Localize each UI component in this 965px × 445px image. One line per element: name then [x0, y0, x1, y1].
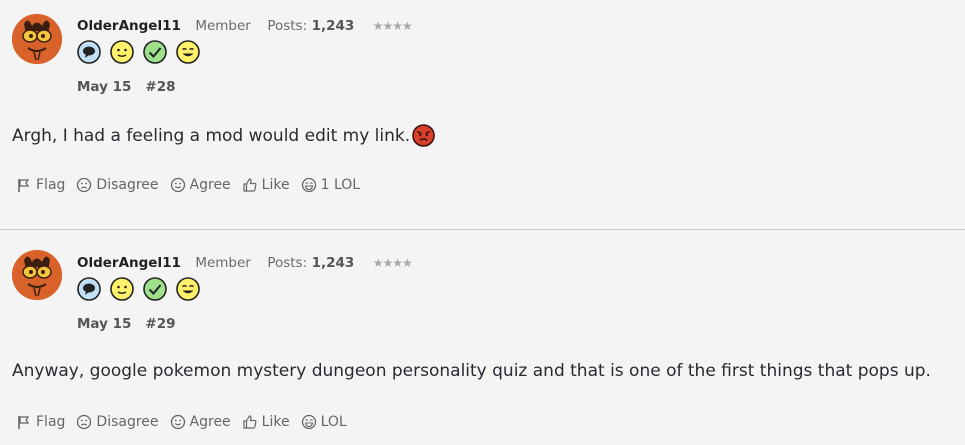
flag-label: Flag: [36, 414, 66, 430]
flag-icon: [18, 179, 30, 192]
post-meta: OlderAngel11 Member Posts: 1,243 ★★★★: [77, 255, 413, 271]
speech-bubble-badge-icon[interactable]: [77, 40, 101, 64]
flag-button[interactable]: Flag: [16, 414, 65, 430]
disagree-label: Disagree: [96, 177, 159, 193]
checkmark-badge-icon[interactable]: [143, 277, 167, 301]
thumbs-up-icon: [243, 415, 257, 429]
flag-icon: [18, 416, 30, 429]
post-body: Argh, I had a feeling a mod would edit m…: [12, 124, 435, 147]
checkmark-badge-icon[interactable]: [143, 40, 167, 64]
post-text: Anyway, google pokemon mystery dungeon p…: [12, 361, 931, 381]
post-number[interactable]: #28: [145, 79, 175, 95]
smile-badge-icon[interactable]: [110, 40, 134, 64]
post-actions: Flag Disagree Agree Like LOL: [16, 414, 358, 430]
speech-bubble-badge-icon[interactable]: [77, 277, 101, 301]
wink-badge-icon[interactable]: [176, 40, 200, 64]
disagree-label: Disagree: [96, 414, 159, 430]
post-date-line: May 15 #29: [77, 316, 176, 332]
post-date[interactable]: May 15: [77, 316, 131, 332]
thumbs-up-icon: [243, 178, 257, 192]
angry-emoji-icon: [412, 124, 435, 147]
lol-label: 1 LOL: [320, 177, 361, 193]
like-label: Like: [261, 414, 290, 430]
agree-label: Agree: [189, 414, 231, 430]
user-avatar[interactable]: [12, 14, 62, 64]
like-button[interactable]: Like: [242, 414, 290, 430]
laugh-icon: [301, 177, 316, 193]
creature-avatar-icon: [12, 14, 62, 64]
post-text: Argh, I had a feeling a mod would edit m…: [12, 125, 411, 146]
like-label: Like: [261, 177, 290, 193]
smile-icon: [170, 177, 185, 193]
flag-label: Flag: [36, 177, 66, 193]
user-role: Member: [195, 18, 251, 34]
post-actions: Flag Disagree Agree Like 1 LOL: [16, 177, 371, 193]
forum-post: OlderAngel11 Member Posts: 1,243 ★★★★ Ma…: [0, 0, 965, 229]
badge-row: [77, 40, 200, 64]
agree-button[interactable]: Agree: [170, 177, 231, 193]
agree-button[interactable]: Agree: [170, 414, 231, 430]
posts-count: 1,243: [311, 255, 355, 271]
user-role: Member: [195, 255, 251, 271]
post-number[interactable]: #29: [145, 316, 175, 332]
laugh-icon: [301, 414, 316, 430]
frown-icon: [77, 414, 92, 430]
wink-badge-icon[interactable]: [176, 277, 200, 301]
post-body: Anyway, google pokemon mystery dungeon p…: [12, 361, 931, 381]
disagree-button[interactable]: Disagree: [76, 177, 159, 193]
post-meta: OlderAngel11 Member Posts: 1,243 ★★★★: [77, 18, 413, 34]
creature-avatar-icon: [12, 250, 62, 300]
lol-label: LOL: [320, 414, 347, 430]
user-avatar[interactable]: [12, 250, 62, 300]
username-link[interactable]: OlderAngel11: [77, 18, 181, 34]
posts-label: Posts:: [267, 18, 308, 34]
post-date-line: May 15 #28: [77, 79, 176, 95]
rank-stars: ★★★★: [372, 19, 413, 33]
smile-icon: [170, 414, 185, 430]
forum-post: OlderAngel11 Member Posts: 1,243 ★★★★ Ma…: [0, 229, 965, 445]
rank-stars: ★★★★: [372, 256, 413, 270]
like-button[interactable]: Like: [242, 177, 290, 193]
smile-badge-icon[interactable]: [110, 277, 134, 301]
lol-button[interactable]: 1 LOL: [301, 177, 360, 193]
badge-row: [77, 277, 200, 301]
disagree-button[interactable]: Disagree: [76, 414, 159, 430]
post-date[interactable]: May 15: [77, 79, 131, 95]
agree-label: Agree: [189, 177, 231, 193]
posts-count: 1,243: [311, 18, 355, 34]
username-link[interactable]: OlderAngel11: [77, 255, 181, 271]
flag-button[interactable]: Flag: [16, 177, 65, 193]
lol-button[interactable]: LOL: [301, 414, 347, 430]
frown-icon: [77, 177, 92, 193]
posts-label: Posts:: [267, 255, 308, 271]
